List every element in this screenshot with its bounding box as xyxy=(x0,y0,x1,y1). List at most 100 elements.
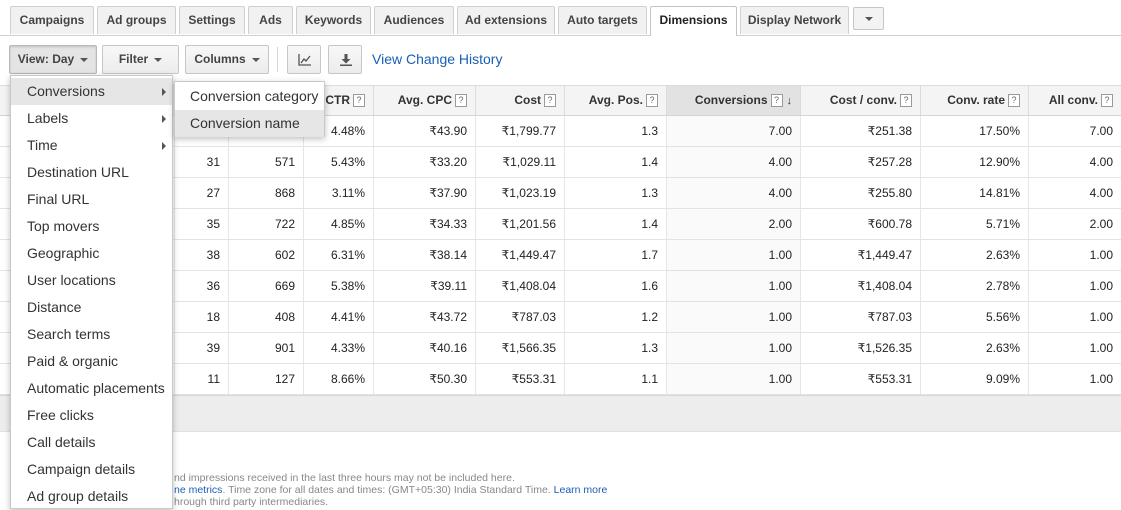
tab-campaigns[interactable]: Campaigns xyxy=(10,6,94,34)
columns-button[interactable]: Columns xyxy=(185,45,269,74)
tab-ad-extensions[interactable]: Ad extensions xyxy=(457,6,555,34)
table-cell: 17.50% xyxy=(920,116,1028,146)
view-menu-item-call-details[interactable]: Call details xyxy=(11,429,172,456)
submenu-item-conversion-name[interactable]: Conversion name xyxy=(175,110,324,137)
table-cell: ₹553.31 xyxy=(475,364,564,394)
column-header-label: CTR xyxy=(325,93,350,107)
help-icon[interactable]: ? xyxy=(1101,94,1113,108)
menu-item-label: Paid & organic xyxy=(27,353,119,369)
view-menu-item-time[interactable]: Time xyxy=(11,132,172,159)
table-cell: 1.4 xyxy=(564,147,666,177)
column-header-all-conv[interactable]: All conv.? xyxy=(1028,86,1121,115)
download-button[interactable] xyxy=(328,45,362,74)
column-header-avg-cpc[interactable]: Avg. CPC? xyxy=(373,86,475,115)
table-cell: 4.41% xyxy=(303,302,373,332)
view-change-history-link[interactable]: View Change History xyxy=(372,51,502,67)
table-cell: ₹43.72 xyxy=(373,302,475,332)
table-cell: ₹600.78 xyxy=(800,209,920,239)
menu-item-label: Search terms xyxy=(27,326,111,342)
view-menu-item-user-locations[interactable]: User locations xyxy=(11,267,172,294)
table-cell: 1.00 xyxy=(666,302,800,332)
view-menu-item-search-terms[interactable]: Search terms xyxy=(11,321,172,348)
column-header-conversions[interactable]: Conversions? ↓ xyxy=(666,86,800,115)
line-chart-icon xyxy=(298,54,311,66)
view-menu-item-distance[interactable]: Distance xyxy=(11,294,172,321)
learn-more-link[interactable]: Learn more xyxy=(554,484,608,496)
tab-auto-targets[interactable]: Auto targets xyxy=(558,6,647,34)
table-cell: 1.00 xyxy=(666,240,800,270)
view-menu-item-automatic-placements[interactable]: Automatic placements xyxy=(11,375,172,402)
tab-audiences[interactable]: Audiences xyxy=(374,6,454,34)
more-tabs-button[interactable] xyxy=(853,7,884,30)
columns-button-label: Columns xyxy=(194,52,246,66)
help-icon[interactable]: ? xyxy=(455,94,467,108)
view-button-label: View: Day xyxy=(17,52,75,66)
help-icon[interactable]: ? xyxy=(353,94,365,108)
view-menu-item-conversions[interactable]: Conversions xyxy=(11,78,172,105)
column-header-conv-rate[interactable]: Conv. rate? xyxy=(920,86,1028,115)
column-header-label: All conv. xyxy=(1048,93,1098,107)
view-button[interactable]: View: Day xyxy=(9,45,97,74)
table-cell: ₹1,449.47 xyxy=(800,240,920,270)
table-cell: 1.4 xyxy=(564,209,666,239)
footnote-line-2: ne metrics. Time zone for all dates and … xyxy=(174,484,607,496)
filter-button-label: Filter xyxy=(118,52,149,66)
menu-item-label: Automatic placements xyxy=(27,380,165,396)
view-menu-item-destination-url[interactable]: Destination URL xyxy=(11,159,172,186)
menu-item-label: Final URL xyxy=(27,191,90,207)
table-cell: ₹553.31 xyxy=(800,364,920,394)
help-icon[interactable]: ? xyxy=(770,94,783,108)
tab-ad-groups[interactable]: Ad groups xyxy=(97,6,176,34)
tab-keywords[interactable]: Keywords xyxy=(296,6,371,34)
table-cell: 4.33% xyxy=(303,333,373,363)
tab-display-network[interactable]: Display Network xyxy=(740,6,849,34)
view-menu-item-final-url[interactable]: Final URL xyxy=(11,186,172,213)
help-icon[interactable]: ? xyxy=(1008,94,1020,108)
table-cell: 5.38% xyxy=(303,271,373,301)
table-cell: 602 xyxy=(228,240,303,270)
tab-ads[interactable]: Ads xyxy=(248,6,293,34)
column-header-cost-conv[interactable]: Cost / conv.? xyxy=(800,86,920,115)
chevron-down-icon xyxy=(865,17,873,21)
column-header-label: Conversions xyxy=(694,93,768,107)
column-header-label: Cost / conv. xyxy=(829,93,897,107)
table-cell: 3.11% xyxy=(303,178,373,208)
chevron-right-icon xyxy=(162,88,166,96)
table-cell: 31 xyxy=(174,147,228,177)
table-cell: 2.00 xyxy=(666,209,800,239)
table-cell: 669 xyxy=(228,271,303,301)
table-cell: 14.81% xyxy=(920,178,1028,208)
chevron-down-icon xyxy=(154,57,163,62)
table-cell: 1.1 xyxy=(564,364,666,394)
view-menu-item-labels[interactable]: Labels xyxy=(11,105,172,132)
help-icon[interactable]: ? xyxy=(646,94,658,108)
menu-item-label: Geographic xyxy=(27,245,100,261)
tab-settings[interactable]: Settings xyxy=(179,6,245,34)
filter-button[interactable]: Filter xyxy=(102,45,179,74)
help-icon[interactable]: ? xyxy=(544,94,556,108)
table-cell: ₹1,526.35 xyxy=(800,333,920,363)
view-menu-item-free-clicks[interactable]: Free clicks xyxy=(11,402,172,429)
help-icon[interactable]: ? xyxy=(900,94,912,108)
table-cell: ₹787.03 xyxy=(475,302,564,332)
column-header-label: Avg. CPC xyxy=(397,93,452,107)
footnote-line-3: hrough third party intermediaries. xyxy=(174,496,329,508)
table-cell: ₹787.03 xyxy=(800,302,920,332)
view-menu-item-campaign-details[interactable]: Campaign details xyxy=(11,456,172,483)
table-cell: 1.3 xyxy=(564,178,666,208)
table-cell: 4.00 xyxy=(1028,147,1121,177)
metrics-link[interactable]: ne metrics xyxy=(174,484,222,496)
column-header-avg-pos[interactable]: Avg. Pos.? xyxy=(564,86,666,115)
chart-toggle-button[interactable] xyxy=(287,45,321,74)
table-cell: 4.00 xyxy=(666,147,800,177)
submenu-item-conversion-category[interactable]: Conversion category xyxy=(175,83,324,110)
view-menu-item-paid-organic[interactable]: Paid & organic xyxy=(11,348,172,375)
column-header-cost[interactable]: Cost? xyxy=(475,86,564,115)
view-menu-item-top-movers[interactable]: Top movers xyxy=(11,213,172,240)
view-menu-item-geographic[interactable]: Geographic xyxy=(11,240,172,267)
table-cell: ₹1,023.19 xyxy=(475,178,564,208)
view-menu-item-ad-group-details[interactable]: Ad group details xyxy=(11,483,172,510)
tab-dimensions[interactable]: Dimensions xyxy=(650,6,737,36)
tab-bar: Campaigns Ad groups Settings Ads Keyword… xyxy=(0,0,1121,36)
table-cell: 1.00 xyxy=(666,364,800,394)
